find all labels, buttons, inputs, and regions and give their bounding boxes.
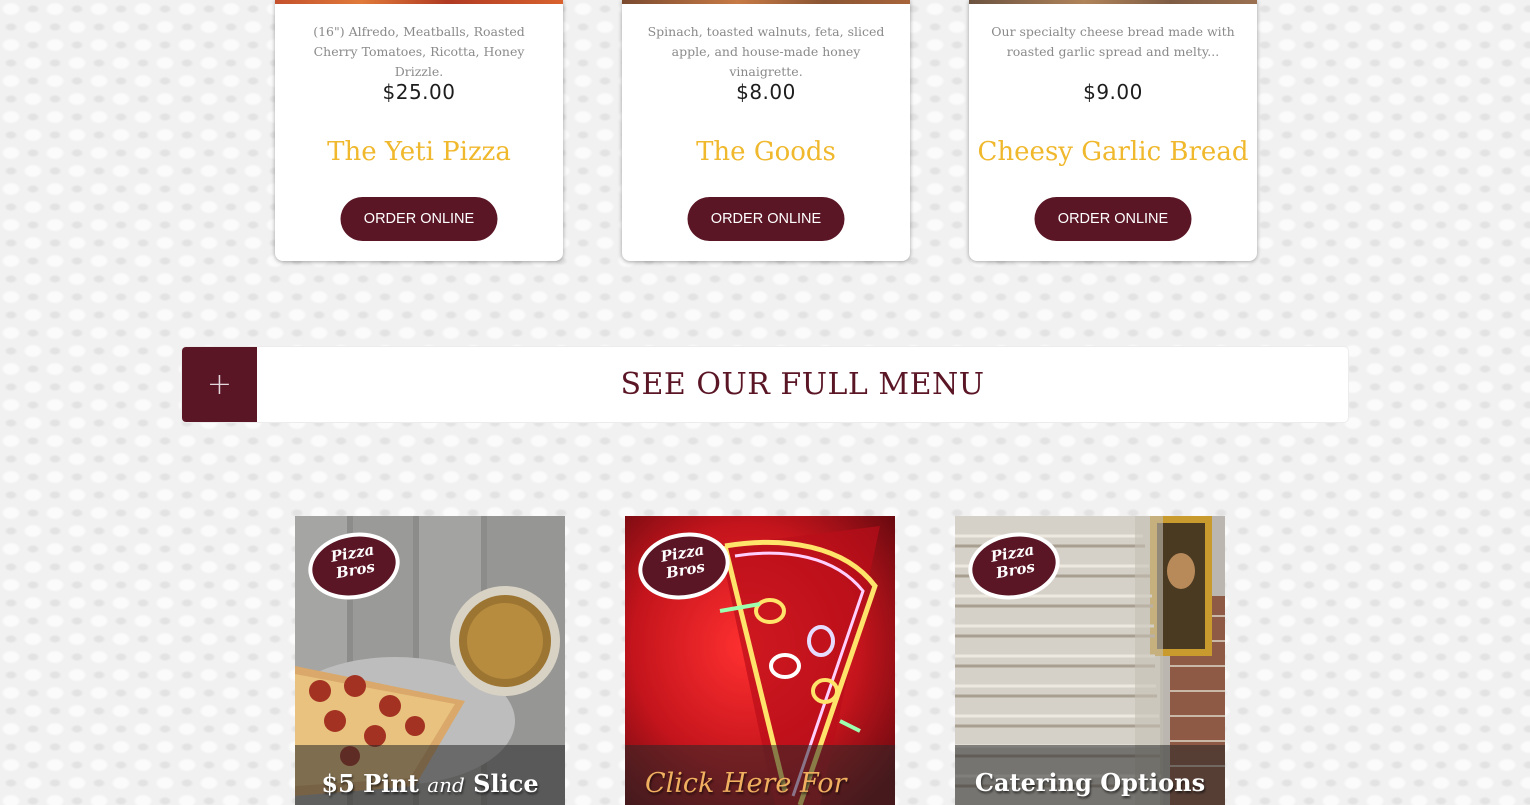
pizza-bros-logo: Pizza Bros: [967, 530, 1061, 600]
order-online-button[interactable]: ORDER ONLINE: [1034, 197, 1192, 241]
food-photo: [275, 0, 563, 4]
order-online-button[interactable]: ORDER ONLINE: [340, 197, 498, 241]
promo-caption: Click Here For: [625, 745, 895, 805]
full-menu-title[interactable]: SEE OUR FULL MENU: [257, 347, 1348, 422]
item-title: The Yeti Pizza: [327, 137, 511, 167]
plus-icon[interactable]: +: [182, 347, 257, 422]
full-menu-accordion[interactable]: + SEE OUR FULL MENU: [181, 346, 1349, 423]
item-price: $25.00: [382, 80, 456, 104]
food-photo: [622, 0, 910, 4]
pizza-bros-logo: Pizza Bros: [307, 530, 401, 600]
promo-caption: Catering Options: [955, 745, 1225, 805]
menu-card-yeti-pizza: (16") Alfredo, Meatballs, Roasted Cherry…: [275, 0, 563, 261]
menu-card-the-goods: Spinach, toasted walnuts, feta, sliced a…: [622, 0, 910, 261]
menu-card-cheesy-garlic-bread: Our specialty cheese bread made with roa…: [969, 0, 1257, 261]
pizza-bros-logo: Pizza Bros: [637, 530, 731, 600]
item-description: (16") Alfredo, Meatballs, Roasted Cherry…: [313, 24, 525, 79]
item-description: Spinach, toasted walnuts, feta, sliced a…: [647, 24, 885, 79]
item-price: $9.00: [1083, 80, 1143, 104]
item-title: Cheesy Garlic Bread: [977, 137, 1249, 167]
food-photo: [969, 0, 1257, 4]
promo-caption: $5 Pint and Slice: [295, 745, 565, 805]
item-price: $8.00: [736, 80, 796, 104]
promo-online-ordering[interactable]: Pizza Bros Click Here For: [625, 516, 895, 805]
caption-slice: Slice: [473, 769, 539, 798]
caption-and: and: [427, 773, 465, 797]
item-description: Our specialty cheese bread made with roa…: [991, 24, 1235, 59]
order-online-button[interactable]: ORDER ONLINE: [687, 197, 845, 241]
caption-pint: $5 Pint: [321, 769, 419, 798]
promo-catering-options[interactable]: Pizza Bros Catering Options: [955, 516, 1225, 805]
promo-pint-and-slice[interactable]: Pizza Bros $5 Pint and Slice: [295, 516, 565, 805]
item-title: The Goods: [696, 137, 836, 167]
